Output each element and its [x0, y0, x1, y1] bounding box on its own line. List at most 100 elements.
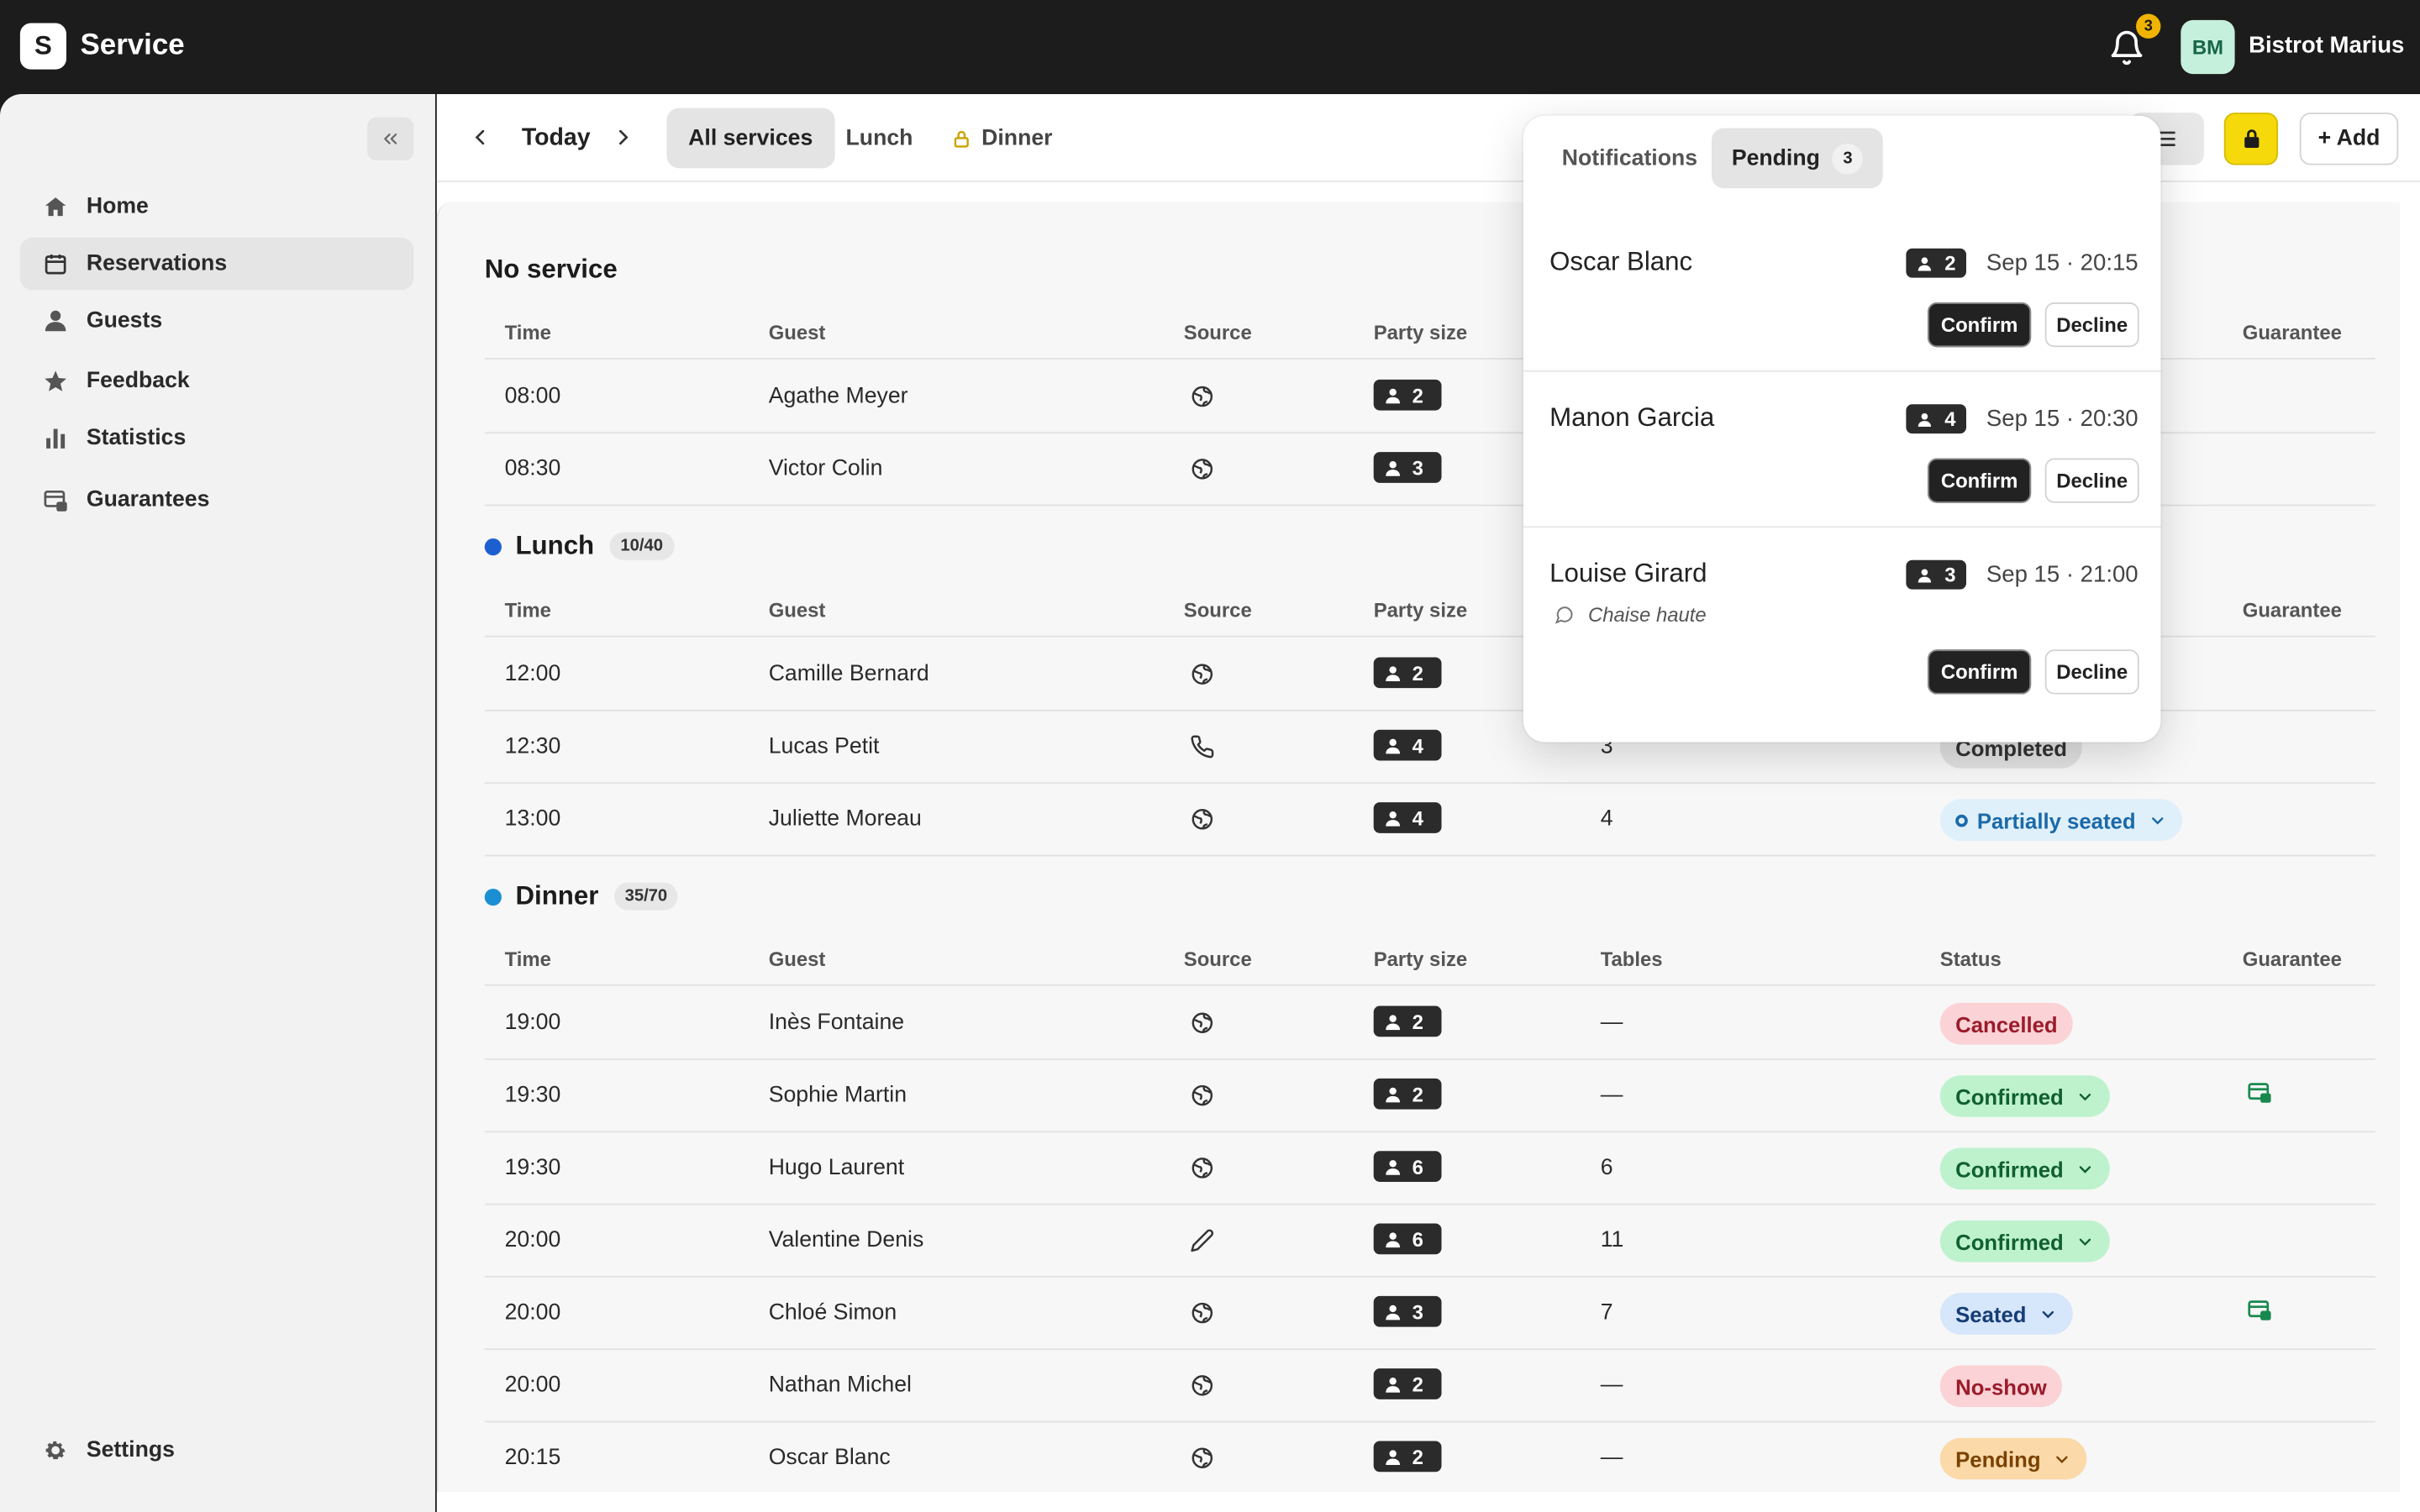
- globe-icon: [1192, 386, 1213, 407]
- table-row[interactable]: 20:15 Oscar Blanc 2 — Pending: [485, 1422, 2375, 1492]
- confirm-button[interactable]: Confirm: [1928, 302, 2032, 348]
- column-header-source: Source: [1183, 321, 1252, 344]
- globe-icon: [1192, 459, 1213, 480]
- row-tables: 11: [1600, 1228, 1624, 1253]
- sidebar-item-guarantees[interactable]: Guarantees: [20, 474, 413, 526]
- column-header-guest: Guest: [768, 947, 826, 971]
- section-title-lunch: Lunch 10/40: [484, 531, 674, 562]
- sidebar-item-settings[interactable]: Settings: [20, 1424, 413, 1476]
- party-size-value: 4: [1944, 407, 1956, 431]
- person-icon: [1386, 811, 1401, 826]
- column-header-time: Time: [504, 598, 551, 622]
- service-color-dot: [484, 888, 502, 906]
- status-badge[interactable]: Confirmed: [1939, 1075, 2110, 1117]
- date-label[interactable]: Today: [522, 125, 591, 153]
- chevron-down-icon: [2079, 1237, 2091, 1246]
- status-label: Confirmed: [1955, 1156, 2064, 1182]
- party-size-value: 3: [1412, 455, 1423, 480]
- capacity-badge: 35/70: [613, 882, 679, 911]
- decline-button[interactable]: Decline: [2044, 302, 2139, 348]
- person-icon: [1386, 665, 1401, 681]
- status-label: Cancelled: [1955, 1011, 2058, 1037]
- row-tables: 6: [1600, 1155, 1613, 1181]
- sidebar-item-label: Statistics: [86, 425, 187, 451]
- confirm-button[interactable]: Confirm: [1928, 458, 2032, 503]
- globe-icon: [1192, 1012, 1213, 1034]
- card-guarantee-icon[interactable]: [2247, 1298, 2271, 1322]
- table-row[interactable]: 19:30 Sophie Martin 2 — Confirmed: [484, 1060, 2375, 1133]
- avatar[interactable]: BM: [2181, 19, 2235, 75]
- tab-lunch[interactable]: Lunch: [824, 108, 934, 169]
- sidebar-item-feedback[interactable]: Feedback: [20, 354, 413, 407]
- card-lock-icon: [44, 490, 67, 512]
- status-badge[interactable]: Confirmed: [1939, 1220, 2110, 1263]
- party-size-badge: 2: [1373, 1005, 1442, 1037]
- row-tables: 7: [1600, 1300, 1613, 1326]
- status-badge[interactable]: Cancelled: [1939, 1002, 2073, 1045]
- table-row[interactable]: 20:00 Nathan Michel 2 — No-show: [484, 1350, 2375, 1423]
- section-title-dinner: Dinner 35/70: [484, 881, 679, 912]
- sidebar-item-guests[interactable]: Guests: [20, 295, 413, 347]
- collapse-sidebar-button[interactable]: [367, 117, 414, 161]
- status-badge[interactable]: Seated: [1939, 1293, 2073, 1335]
- chevron-down-icon: [2151, 816, 2163, 824]
- tab-pending[interactable]: Pending 3: [1711, 128, 1884, 189]
- sidebar-item-label: Guests: [86, 308, 163, 333]
- chevron-right-icon[interactable]: [611, 125, 635, 150]
- lock-service-button[interactable]: [2223, 113, 2279, 165]
- globe-icon: [1192, 1158, 1213, 1179]
- status-badge[interactable]: Pending: [1939, 1437, 2087, 1480]
- tab-label: Lunch: [845, 125, 913, 151]
- decline-button[interactable]: Decline: [2044, 458, 2139, 503]
- tab-label: Notifications: [1561, 145, 1698, 171]
- home-icon: [45, 197, 66, 217]
- row-time: 19:30: [504, 1083, 561, 1108]
- column-header-guarantee: Guarantee: [2242, 598, 2342, 622]
- table-row[interactable]: 20:00 Chloé Simon 3 7 Seated: [484, 1278, 2375, 1351]
- confirm-button[interactable]: Confirm: [1928, 649, 2032, 695]
- table-row[interactable]: 13:00 Juliette Moreau 4 4 Partially seat…: [484, 784, 2375, 857]
- globe-icon: [1192, 1447, 1213, 1468]
- row-tables: 4: [1600, 806, 1613, 832]
- app-logo[interactable]: S: [19, 23, 66, 70]
- status-badge[interactable]: Confirmed: [1939, 1147, 2110, 1190]
- table-row[interactable]: 20:00 Valentine Denis 6 11 Confirmed: [484, 1205, 2375, 1278]
- column-header-tables: Tables: [1600, 947, 1663, 971]
- column-header-guarantee: Guarantee: [2242, 321, 2342, 344]
- row-guest: Nathan Michel: [768, 1373, 912, 1399]
- sidebar-item-label: Settings: [86, 1437, 175, 1463]
- table-header: Time Guest Source Party size Tables Stat…: [484, 931, 2375, 986]
- sidebar-item-label: Reservations: [86, 251, 228, 276]
- card-guarantee-icon[interactable]: [2247, 1080, 2271, 1105]
- tab-all-services[interactable]: All services: [666, 108, 834, 169]
- row-guest: Agathe Meyer: [768, 384, 908, 409]
- sidebar-item-home[interactable]: Home: [20, 181, 413, 233]
- table-row[interactable]: 19:00 Inès Fontaine 2 — Cancelled: [484, 988, 2375, 1060]
- notifications-popover: Notifications Pending 3 Oscar Blanc 2 Se…: [1523, 115, 2161, 743]
- party-size-badge: 2: [1373, 1368, 1442, 1399]
- tab-notifications[interactable]: Notifications: [1542, 128, 1718, 188]
- chevron-left-icon[interactable]: [468, 125, 492, 150]
- decline-button[interactable]: Decline: [2044, 649, 2139, 695]
- pending-guest-name: Louise Girard: [1549, 558, 1707, 588]
- party-size-value: 6: [1412, 1227, 1423, 1251]
- party-size-value: 4: [1412, 733, 1423, 757]
- calendar-icon: [45, 255, 66, 275]
- row-guest: Victor Colin: [768, 456, 883, 482]
- party-size-value: 2: [1412, 661, 1423, 685]
- person-icon: [1386, 738, 1401, 753]
- sidebar-item-statistics[interactable]: Statistics: [20, 412, 413, 464]
- row-time: 20:15: [504, 1446, 561, 1471]
- tab-dinner[interactable]: Dinner: [931, 108, 1075, 169]
- column-header-source: Source: [1183, 947, 1252, 971]
- add-reservation-button[interactable]: + Add: [2299, 113, 2399, 165]
- status-badge[interactable]: Partially seated: [1939, 799, 2182, 842]
- status-badge[interactable]: No-show: [1939, 1365, 2063, 1408]
- column-header-guarantee: Guarantee: [2242, 947, 2342, 971]
- column-header-guest: Guest: [768, 598, 826, 622]
- table-row[interactable]: 19:30 Hugo Laurent 6 6 Confirmed: [484, 1132, 2375, 1205]
- bar-chart-icon: [46, 428, 66, 449]
- account-name[interactable]: Bistrot Marius: [2249, 33, 2404, 59]
- row-time: 12:30: [504, 734, 561, 759]
- sidebar-item-reservations[interactable]: Reservations: [19, 237, 414, 291]
